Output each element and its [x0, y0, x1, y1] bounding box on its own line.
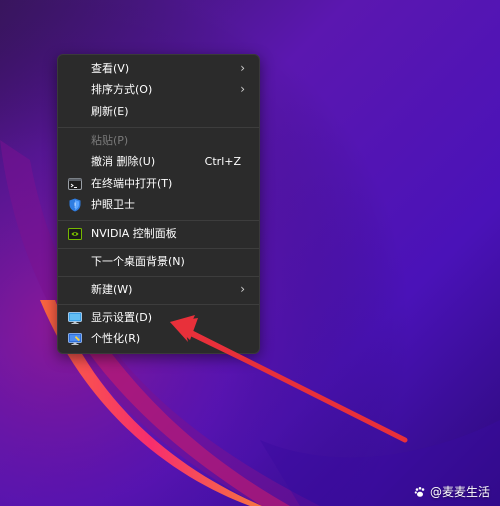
- display-icon: [68, 312, 82, 324]
- nvidia-icon: [68, 228, 82, 240]
- menu-item-view[interactable]: 查看(V) ›: [62, 59, 255, 79]
- menu-item-paste: 粘贴(P): [62, 131, 255, 151]
- menu-item-nvidia-control-panel[interactable]: NVIDIA 控制面板: [62, 224, 255, 244]
- menu-item-personalize[interactable]: 个性化(R): [62, 329, 255, 349]
- menu-separator: [58, 127, 259, 128]
- terminal-icon: [68, 178, 82, 190]
- menu-item-label: 护眼卫士: [91, 198, 135, 211]
- menu-separator: [58, 220, 259, 221]
- menu-item-display-settings[interactable]: 显示设置(D): [62, 308, 255, 328]
- menu-item-label: 排序方式(O): [91, 83, 153, 96]
- menu-separator: [58, 248, 259, 249]
- menu-item-new[interactable]: 新建(W) ›: [62, 280, 255, 300]
- menu-item-open-in-terminal[interactable]: 在终端中打开(T): [62, 174, 255, 194]
- menu-item-next-desktop-background[interactable]: 下一个桌面背景(N): [62, 252, 255, 272]
- menu-item-shortcut: Ctrl+Z: [204, 155, 241, 168]
- menu-separator: [58, 276, 259, 277]
- chevron-right-icon: ›: [240, 61, 245, 75]
- paw-icon: [414, 486, 425, 497]
- menu-item-label: 粘贴(P): [91, 134, 129, 147]
- menu-item-label: 查看(V): [91, 62, 130, 75]
- desktop[interactable]: 查看(V) › 排序方式(O) › 刷新(E) 粘贴(P) 撤消 删除(U) C…: [0, 0, 500, 506]
- watermark-text: @麦麦生活: [429, 485, 490, 499]
- personalize-icon: [68, 333, 82, 345]
- menu-item-refresh[interactable]: 刷新(E): [62, 102, 255, 122]
- menu-item-label: 在终端中打开(T): [91, 177, 173, 190]
- chevron-right-icon: ›: [240, 282, 245, 296]
- watermark: @麦麦生活: [414, 483, 490, 500]
- menu-item-label: 下一个桌面背景(N): [91, 255, 185, 268]
- menu-item-eye-guard[interactable]: ! 护眼卫士: [62, 195, 255, 215]
- menu-item-undo-delete[interactable]: 撤消 删除(U) Ctrl+Z: [62, 152, 255, 172]
- menu-item-sort-by[interactable]: 排序方式(O) ›: [62, 80, 255, 100]
- menu-item-label: 刷新(E): [91, 105, 129, 118]
- context-menu: 查看(V) › 排序方式(O) › 刷新(E) 粘贴(P) 撤消 删除(U) C…: [57, 54, 260, 354]
- svg-text:!: !: [74, 202, 77, 210]
- menu-item-label: 新建(W): [91, 283, 133, 296]
- shield-icon: !: [69, 198, 81, 212]
- menu-separator: [58, 304, 259, 305]
- menu-item-label: 撤消 删除(U): [91, 155, 156, 168]
- chevron-right-icon: ›: [240, 82, 245, 96]
- menu-item-label: 显示设置(D): [91, 311, 153, 324]
- menu-item-label: 个性化(R): [91, 332, 141, 345]
- menu-item-label: NVIDIA 控制面板: [91, 227, 177, 240]
